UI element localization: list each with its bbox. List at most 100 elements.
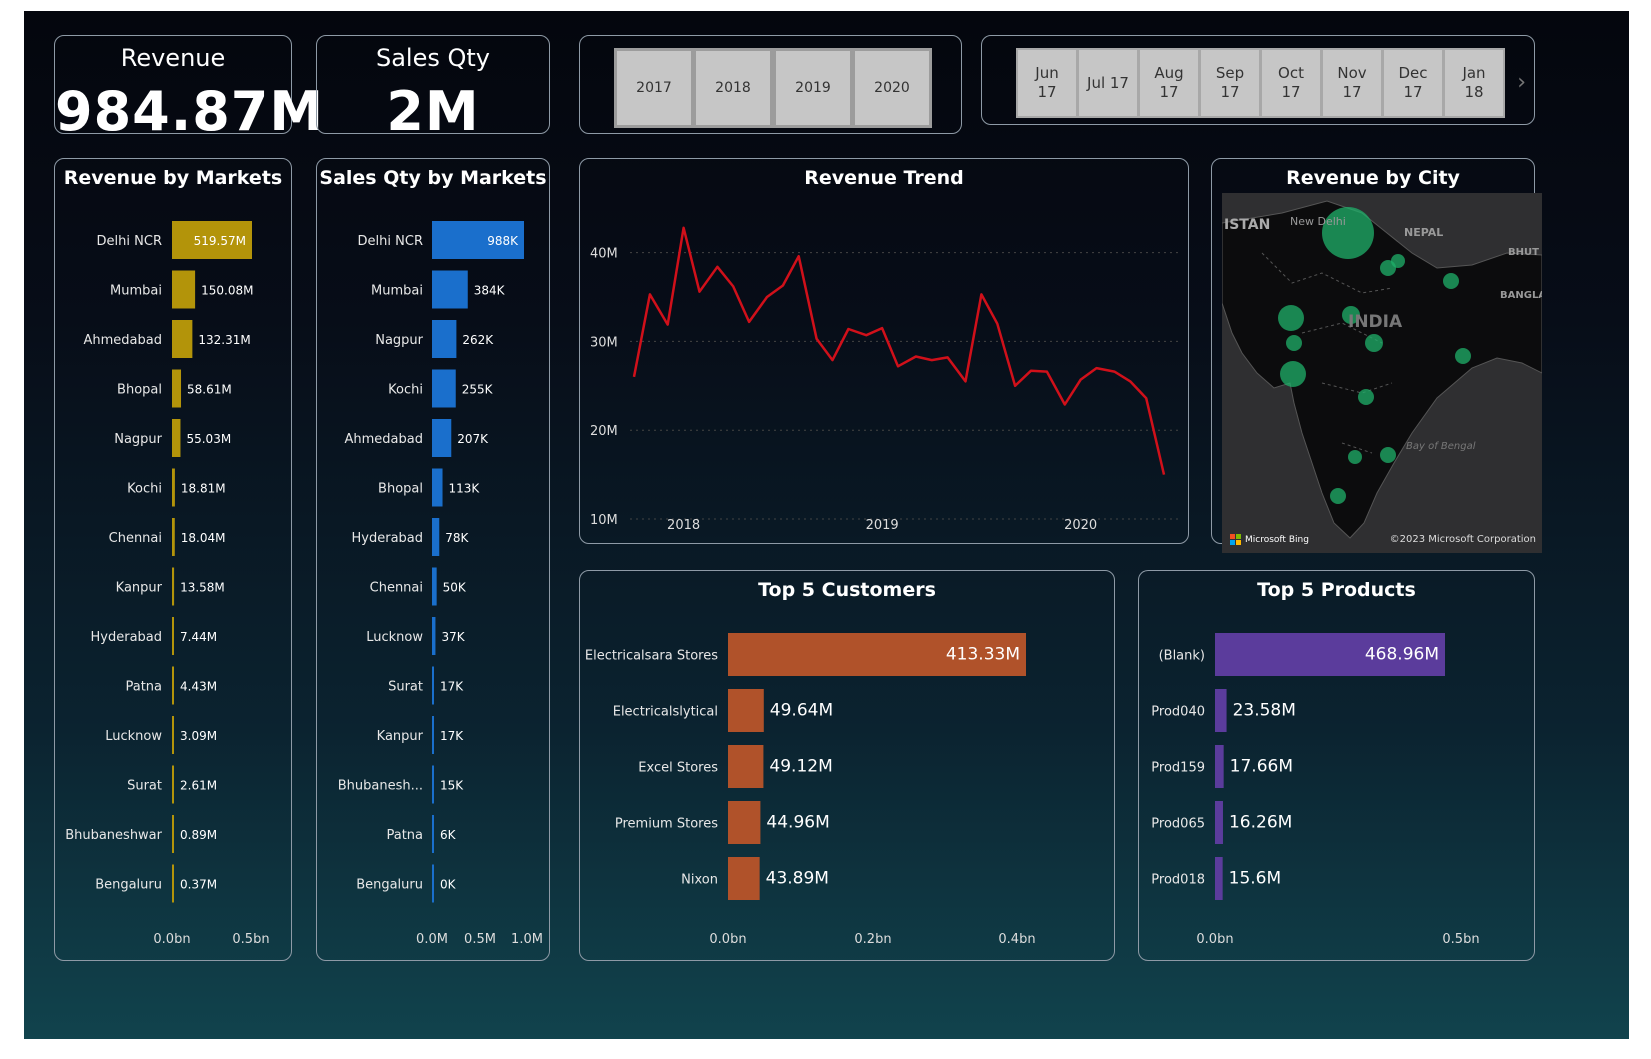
bar-category-label: Electricalsara Stores	[585, 649, 718, 664]
sales-qty-card[interactable]: Sales Qty 2M	[316, 35, 550, 143]
bar-category-label: Premium Stores	[615, 817, 718, 832]
year-button-2017[interactable]: 2017	[614, 48, 694, 128]
map-label-istan: ISTAN	[1224, 217, 1270, 233]
city-bubble	[1280, 361, 1306, 387]
bar-data-label: 384K	[474, 284, 506, 298]
month-button-dec-17[interactable]: Dec 17	[1382, 48, 1444, 118]
bar	[1215, 801, 1223, 844]
bar-category-label: Kanpur	[116, 581, 163, 596]
map-label-bhut: BHUT	[1508, 247, 1539, 258]
bar	[728, 689, 764, 732]
bar-data-label: 988K	[487, 234, 519, 248]
bar-data-label: 6K	[440, 828, 457, 842]
bar-data-label: 0K	[440, 878, 457, 892]
year-button-2018[interactable]: 2018	[693, 48, 773, 128]
bar-category-label: Delhi NCR	[97, 234, 162, 249]
bar-category-label: Chennai	[109, 531, 162, 546]
bar-category-label: Kochi	[127, 482, 162, 497]
year-button-2020[interactable]: 2020	[852, 48, 932, 128]
map-label-nepal: NEPAL	[1404, 226, 1443, 239]
bar-data-label: 150.08M	[201, 284, 253, 298]
bar-category-label: Patna	[125, 680, 162, 695]
month-button-aug-17[interactable]: Aug 17	[1138, 48, 1200, 118]
y-axis-tick-label: 40M	[590, 247, 618, 262]
bar-data-label: 7.44M	[180, 630, 217, 644]
month-button-nov-17[interactable]: Nov 17	[1321, 48, 1383, 118]
bar	[172, 815, 174, 853]
y-axis-tick-label: 30M	[590, 335, 618, 350]
month-button-jan-18[interactable]: Jan 18	[1443, 48, 1505, 118]
bar	[172, 864, 174, 903]
revenue-trend-panel: Revenue Trend 40M 30M 20M 10M 2018 2019 2020	[579, 158, 1189, 544]
month-button-sep-17[interactable]: Sep 17	[1199, 48, 1261, 118]
bar	[432, 567, 437, 606]
revenue-by-markets-chart: Delhi NCR 519.57M Mumbai 150.08M Ahmedabad 13…	[65, 221, 270, 947]
year-button-2019[interactable]: 2019	[773, 48, 853, 128]
month-button-oct-17[interactable]: Oct 17	[1260, 48, 1322, 118]
bar-data-label: 413.33M	[946, 645, 1020, 665]
india-map[interactable]: ISTAN New Delhi NEPAL BHUT BANGLAI INDIA…	[1222, 193, 1542, 553]
bar	[728, 745, 764, 788]
bar-data-label: 50K	[443, 581, 467, 595]
chevron-right-icon[interactable]: ›	[1517, 70, 1526, 95]
revenue-trend-chart: 40M 30M 20M 10M 2018 2019 2020	[590, 226, 1178, 533]
revenue-by-city-title: Revenue by City	[1286, 167, 1460, 189]
bar-data-label: 262K	[462, 333, 494, 347]
x-axis-tick-label: 2020	[1064, 518, 1097, 533]
bar-data-label: 0.89M	[180, 828, 217, 842]
bar-data-label: 37K	[441, 630, 465, 644]
map-svg: ISTAN New Delhi NEPAL BHUT BANGLAI INDIA…	[1222, 200, 1542, 539]
bar	[432, 815, 434, 853]
city-bubble	[1286, 335, 1302, 351]
bar-category-label: Delhi NCR	[358, 234, 423, 249]
axis-tick-label: 0.2bn	[854, 932, 891, 947]
sales-qty-by-markets-chart: Delhi NCR 988K Mumbai 384K Nagpur 262K Kochi 25…	[338, 221, 543, 947]
bar	[172, 518, 175, 556]
month-button-jul-17[interactable]: Jul 17	[1077, 48, 1139, 118]
bar-category-label: Nagpur	[114, 432, 162, 447]
bing-label: Microsoft Bing	[1245, 534, 1309, 545]
bar-data-label: 44.96M	[766, 813, 829, 833]
bar	[172, 716, 174, 754]
bar-data-label: 23.58M	[1233, 701, 1296, 721]
city-bubble	[1391, 254, 1405, 268]
microsoft-logo-icon	[1230, 534, 1241, 545]
bar	[432, 320, 457, 358]
bar-data-label: 18.04M	[181, 531, 226, 545]
bar	[172, 320, 193, 358]
bar	[432, 716, 434, 754]
bar-category-label: Kanpur	[377, 729, 424, 744]
bar	[172, 419, 181, 457]
map-label-india: INDIA	[1348, 312, 1403, 332]
axis-tick-label: 0.0bn	[153, 932, 190, 947]
top-customers-panel: Top 5 Customers Electricalsara Stores 413…	[579, 570, 1115, 961]
bar-category-label: Prod159	[1151, 761, 1205, 776]
revenue-card[interactable]: Revenue 984.87M	[54, 35, 323, 143]
bar-data-label: 3.09M	[180, 729, 217, 743]
bar-data-label: 207K	[457, 432, 489, 446]
bar	[728, 857, 760, 900]
bar-data-label: 255K	[462, 383, 494, 397]
revenue-series-line	[632, 226, 1166, 475]
revenue-by-markets-panel: Revenue by Markets Delhi NCR 519.57M Mumba…	[54, 158, 292, 961]
city-bubble	[1358, 389, 1374, 405]
bing-attribution: Microsoft Bing	[1230, 534, 1309, 545]
bar-data-label: 113K	[449, 482, 481, 496]
bar-category-label: Bengaluru	[356, 878, 423, 893]
bar	[432, 468, 443, 507]
bar-category-label: Bhopal	[117, 383, 162, 398]
bar-category-label: Patna	[386, 828, 423, 843]
bar	[1215, 745, 1224, 788]
bar-category-label: Ahmedabad	[345, 432, 423, 447]
map-label-bay-of-bengal: Bay of Bengal	[1406, 441, 1476, 452]
city-bubble	[1330, 488, 1346, 504]
bar-category-label: Nagpur	[375, 333, 423, 348]
top-products-chart: (Blank) 468.96M Prod040 23.58M Prod159 17.66M…	[1151, 633, 1480, 947]
y-axis-tick-label: 10M	[590, 513, 618, 528]
bar-data-label: 519.57M	[194, 234, 246, 248]
bar	[432, 518, 440, 556]
bar-data-label: 17K	[440, 729, 464, 743]
bar-category-label: Bhopal	[378, 482, 423, 497]
month-button-jun-17[interactable]: Jun 17	[1016, 48, 1078, 118]
city-bubble	[1380, 447, 1396, 463]
